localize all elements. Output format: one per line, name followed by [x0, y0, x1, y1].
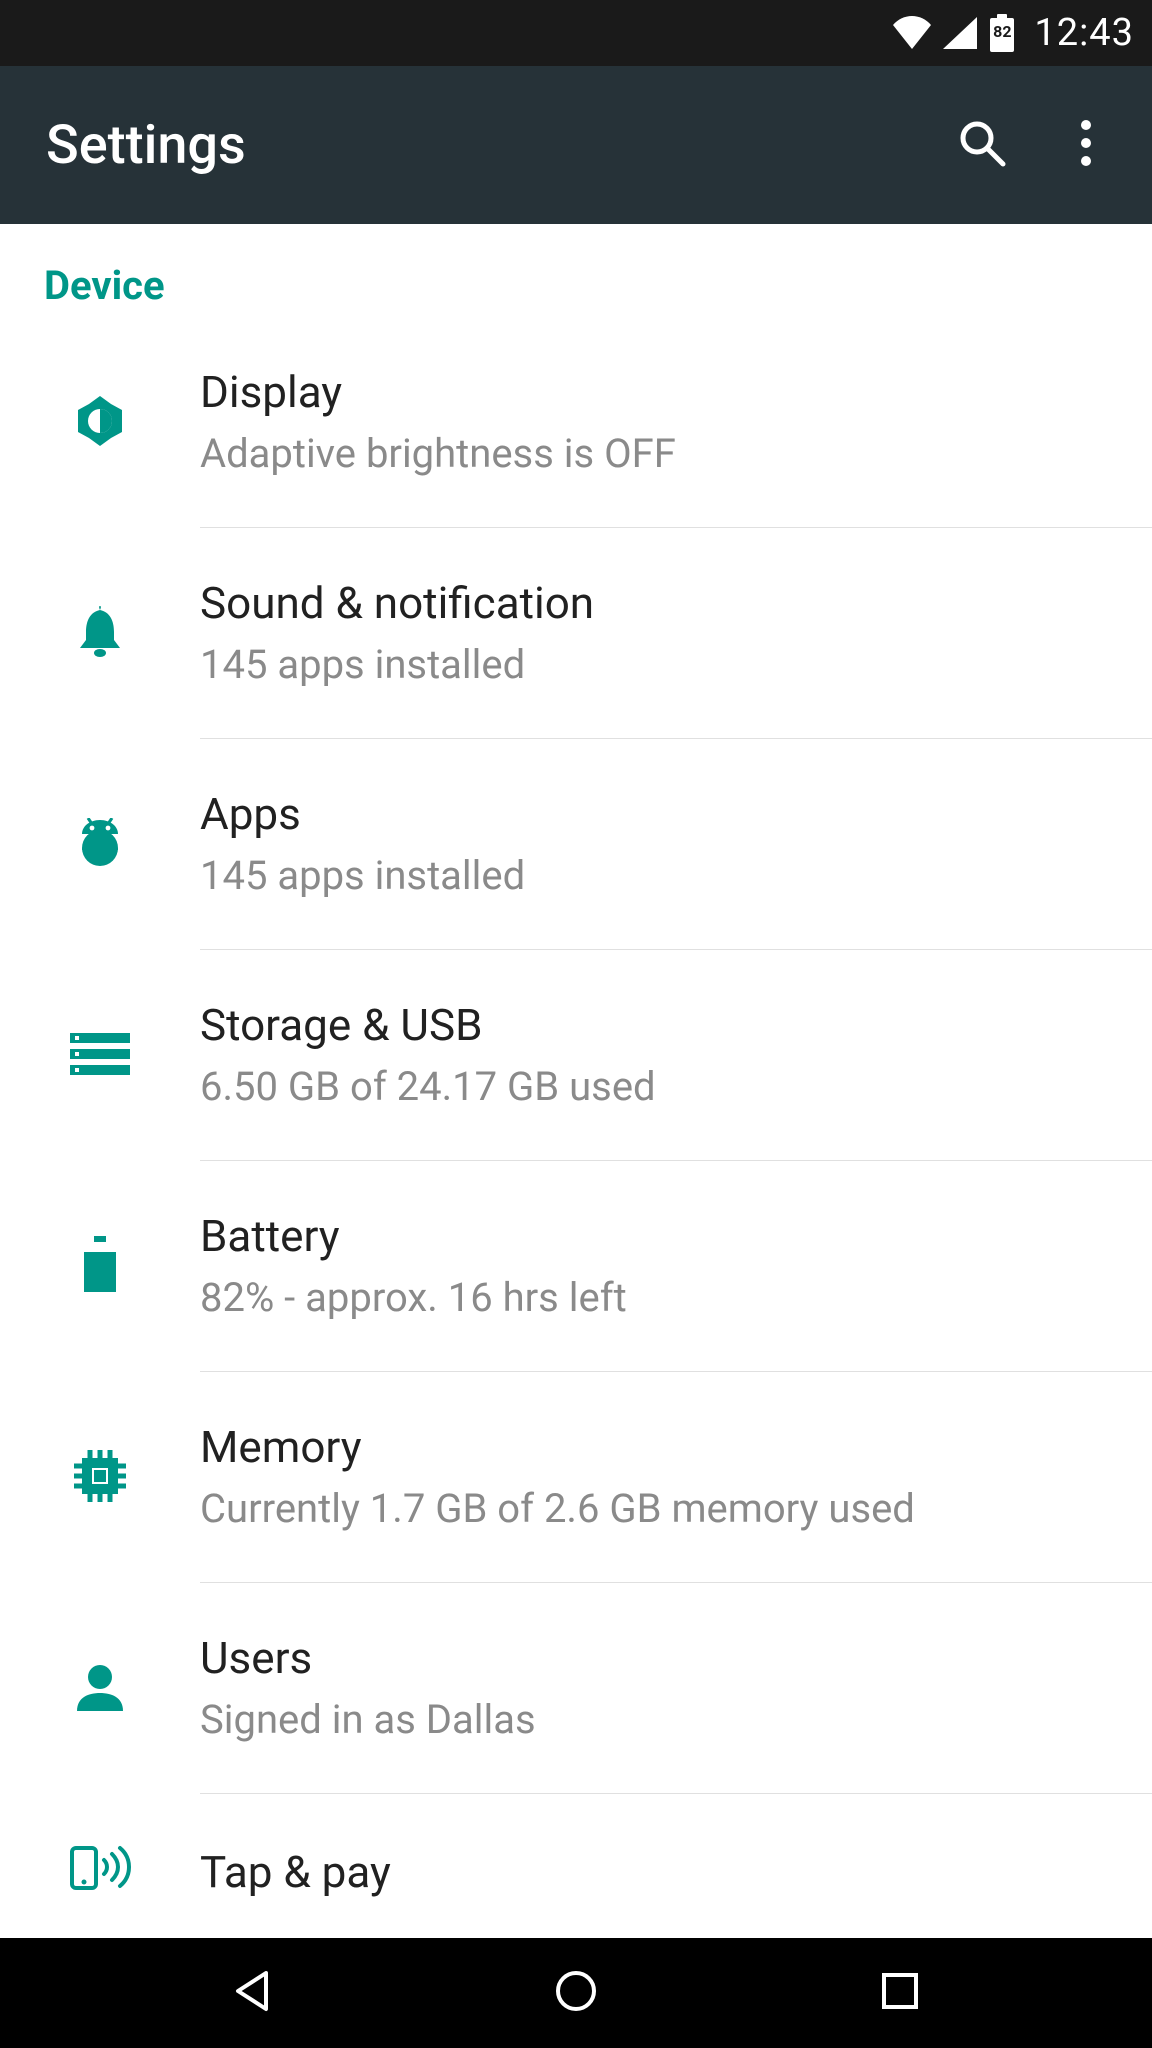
settings-item-apps[interactable]: Apps 145 apps installed	[0, 739, 1152, 950]
section-header-device: Device	[0, 224, 1152, 317]
settings-item-subtitle: Currently 1.7 GB of 2.6 GB memory used	[200, 1483, 1120, 1535]
settings-item-battery[interactable]: Battery 82% - approx. 16 hrs left	[0, 1161, 1152, 1372]
navigation-bar	[0, 1938, 1152, 2048]
nav-recent-button[interactable]	[855, 1948, 945, 2038]
settings-item-title: Tap & pay	[200, 1839, 1120, 1900]
settings-item-memory[interactable]: Memory Currently 1.7 GB of 2.6 GB memory…	[0, 1372, 1152, 1583]
status-clock: 12:43	[1034, 11, 1134, 55]
nav-home-button[interactable]	[531, 1948, 621, 2038]
settings-item-subtitle: 82% - approx. 16 hrs left	[200, 1272, 1120, 1324]
person-icon	[75, 1663, 125, 1715]
recent-square-icon	[878, 1969, 922, 2017]
memory-chip-icon	[72, 1448, 128, 1508]
settings-item-title: Sound & notification	[200, 576, 1120, 631]
back-triangle-icon	[228, 1967, 276, 2019]
settings-list: Device Display Adaptive brightness is OF…	[0, 224, 1152, 1938]
settings-item-subtitle: Signed in as Dallas	[200, 1694, 1120, 1746]
settings-item-title: Display	[200, 365, 1120, 420]
wifi-icon	[892, 16, 932, 50]
android-icon	[76, 818, 124, 872]
settings-item-subtitle: 145 apps installed	[200, 639, 1120, 691]
settings-item-subtitle: 145 apps installed	[200, 850, 1120, 902]
battery-icon	[82, 1236, 118, 1298]
app-bar: Settings	[0, 66, 1152, 224]
cellular-signal-icon	[942, 16, 978, 50]
settings-item-sound-notification[interactable]: Sound & notification 145 apps installed	[0, 528, 1152, 739]
home-circle-icon	[552, 1967, 600, 2019]
settings-item-title: Storage & USB	[200, 998, 1120, 1053]
settings-item-title: Battery	[200, 1209, 1120, 1264]
settings-item-storage-usb[interactable]: Storage & USB 6.50 GB of 24.17 GB used	[0, 950, 1152, 1161]
storage-icon	[70, 1033, 130, 1079]
settings-item-display[interactable]: Display Adaptive brightness is OFF	[0, 317, 1152, 528]
page-title: Settings	[46, 114, 918, 177]
settings-item-title: Apps	[200, 787, 1120, 842]
nav-back-button[interactable]	[207, 1948, 297, 2038]
bell-icon	[76, 606, 124, 662]
battery-icon: 82	[988, 13, 1016, 53]
settings-item-users[interactable]: Users Signed in as Dallas	[0, 1583, 1152, 1794]
status-bar: 82 12:43	[0, 0, 1152, 66]
tap-and-pay-icon	[68, 1842, 132, 1896]
settings-item-title: Memory	[200, 1420, 1120, 1475]
more-vert-icon	[1080, 119, 1092, 171]
search-icon	[956, 117, 1008, 173]
brightness-icon	[72, 393, 128, 453]
battery-percent-text: 82	[988, 22, 1016, 41]
settings-item-subtitle: 6.50 GB of 24.17 GB used	[200, 1061, 1120, 1113]
settings-item-subtitle: Adaptive brightness is OFF	[200, 428, 1120, 480]
settings-item-tap-and-pay[interactable]: Tap & pay	[0, 1794, 1152, 1934]
search-button[interactable]	[942, 105, 1022, 185]
overflow-menu-button[interactable]	[1046, 105, 1126, 185]
settings-item-title: Users	[200, 1631, 1120, 1686]
